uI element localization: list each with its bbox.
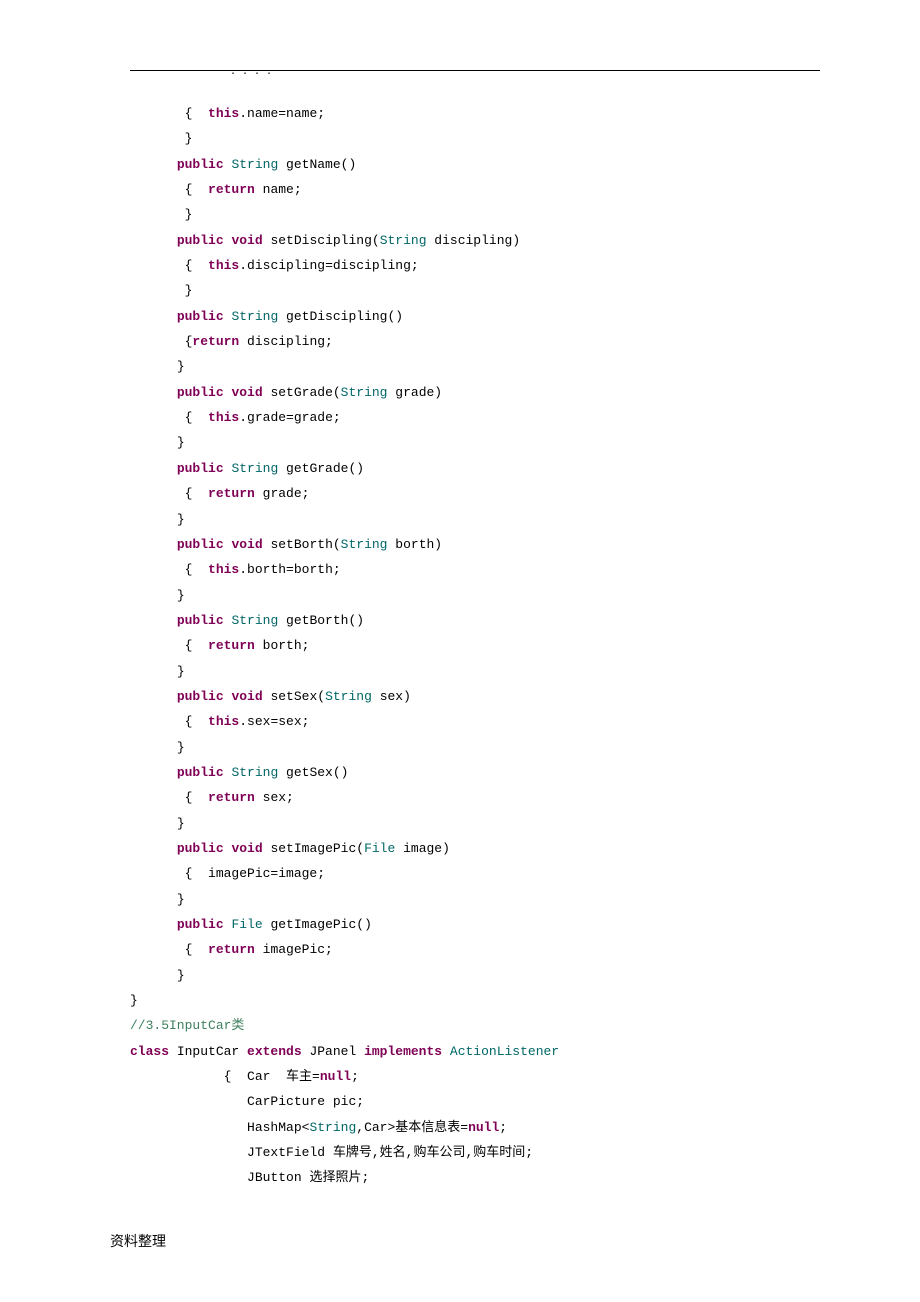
code-line: { return imagePic; [130, 937, 820, 962]
code-line: } [130, 988, 820, 1013]
code-line: { imagePic=image; [130, 861, 820, 886]
code-line: } [130, 126, 820, 151]
code-line: { return name; [130, 177, 820, 202]
code-line: public String getBorth() [130, 608, 820, 633]
code-line: { this.name=name; [130, 101, 820, 126]
code-line: } [130, 887, 820, 912]
code-line: } [130, 202, 820, 227]
code-line: { Car 车主=null; [130, 1064, 820, 1089]
code-line: { this.sex=sex; [130, 709, 820, 734]
code-line: public String getGrade() [130, 456, 820, 481]
code-line: { this.grade=grade; [130, 405, 820, 430]
code-line: class InputCar extends JPanel implements… [130, 1039, 820, 1064]
code-line: //3.5InputCar类 [130, 1013, 820, 1038]
code-line: } [130, 659, 820, 684]
code-line: JButton 选择照片; [130, 1165, 820, 1190]
code-line: public String getName() [130, 152, 820, 177]
code-line: } [130, 354, 820, 379]
code-line: public String getSex() [130, 760, 820, 785]
code-line: { return grade; [130, 481, 820, 506]
code-line: { this.borth=borth; [130, 557, 820, 582]
header-dots: . . . . [130, 63, 820, 82]
code-line: } [130, 430, 820, 455]
code-line: { return sex; [130, 785, 820, 810]
document-page: . . . . { this.name=name; } public Strin… [0, 0, 920, 1302]
code-line: } [130, 583, 820, 608]
code-line: } [130, 735, 820, 760]
code-line: public String getDiscipling() [130, 304, 820, 329]
code-line: {return discipling; [130, 329, 820, 354]
code-block: { this.name=name; } public String getNam… [130, 101, 820, 1191]
code-line: public void setImagePic(File image) [130, 836, 820, 861]
code-line: CarPicture pic; [130, 1089, 820, 1114]
code-line: public void setDiscipling(String discipl… [130, 228, 820, 253]
footer-text: 资料整理 [110, 1230, 166, 1257]
code-line: } [130, 278, 820, 303]
code-line: { this.discipling=discipling; [130, 253, 820, 278]
code-line: } [130, 963, 820, 988]
code-line: { return borth; [130, 633, 820, 658]
code-line: public void setGrade(String grade) [130, 380, 820, 405]
code-line: } [130, 811, 820, 836]
code-line: public File getImagePic() [130, 912, 820, 937]
code-line: HashMap<String,Car>基本信息表=null; [130, 1115, 820, 1140]
code-line: } [130, 507, 820, 532]
header-rule: . . . . [130, 70, 820, 71]
code-line: public void setBorth(String borth) [130, 532, 820, 557]
code-line: public void setSex(String sex) [130, 684, 820, 709]
code-line: JTextField 车牌号,姓名,购车公司,购车时间; [130, 1140, 820, 1165]
